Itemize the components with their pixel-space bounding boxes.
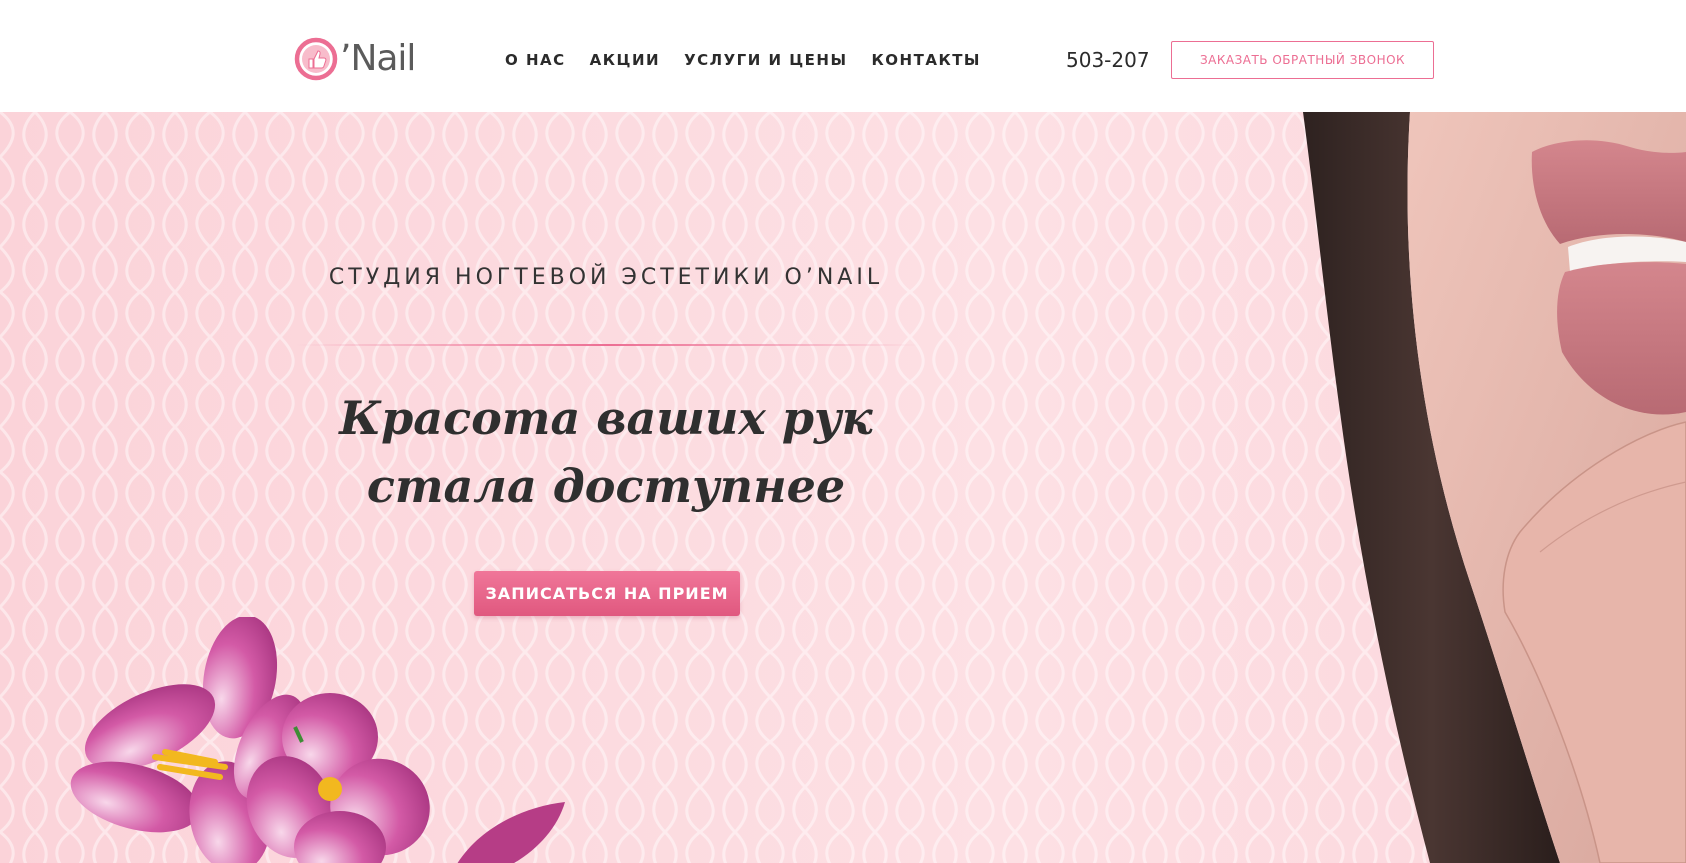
nav-item-services-prices[interactable]: УСЛУГИ И ЦЕНЫ <box>684 50 847 70</box>
nav-item-about[interactable]: О НАС <box>505 50 566 70</box>
model-photo <box>1303 112 1686 863</box>
logo-text: ’Nail <box>340 38 416 79</box>
book-appointment-button[interactable]: ЗАПИСАТЬСЯ НА ПРИЕМ <box>474 571 740 616</box>
phone-number[interactable]: 503-207 <box>1066 47 1150 73</box>
main-nav: О НАС АКЦИИ УСЛУГИ И ЦЕНЫ КОНТАКТЫ <box>505 50 1005 70</box>
nav-item-contacts[interactable]: КОНТАКТЫ <box>872 50 981 70</box>
headline-line-1: Красота ваших рук <box>339 391 873 445</box>
site-header: ’Nail О НАС АКЦИИ УСЛУГИ И ЦЕНЫ КОНТАКТЫ… <box>0 0 1686 112</box>
thumbs-up-circle-icon <box>294 37 338 81</box>
hero-divider <box>296 344 920 346</box>
logo[interactable]: ’Nail <box>294 36 416 82</box>
callback-button[interactable]: ЗАКАЗАТЬ ОБРАТНЫЙ ЗВОНОК <box>1171 41 1434 79</box>
hero-subtitle: СТУДИЯ НОГТЕВОЙ ЭСТЕТИКИ O’NAIL <box>328 265 884 290</box>
hero-headline: Красота ваших рук стала доступнее <box>290 384 922 520</box>
flowers-decoration <box>70 617 565 863</box>
headline-line-2: стала доступнее <box>366 459 846 513</box>
nav-item-promotions[interactable]: АКЦИИ <box>590 50 660 70</box>
hero-section: СТУДИЯ НОГТЕВОЙ ЭСТЕТИКИ O’NAIL Красота … <box>0 112 1686 863</box>
